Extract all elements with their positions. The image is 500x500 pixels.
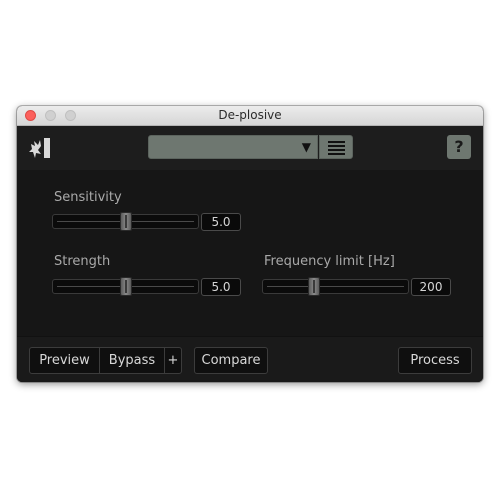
top-toolbar: ▼ ? — [17, 126, 483, 170]
sensitivity-label: Sensitivity — [54, 190, 122, 205]
hamburger-list-icon — [328, 140, 345, 155]
strength-slider-thumb[interactable] — [119, 277, 132, 296]
preset-menu-button[interactable] — [319, 135, 353, 159]
frequency-limit-slider-thumb[interactable] — [307, 277, 320, 296]
frequency-limit-label: Frequency limit [Hz] — [264, 254, 395, 269]
bypass-options-button[interactable]: + — [164, 347, 182, 374]
frequency-limit-slider[interactable] — [262, 277, 409, 296]
bottom-bar: Preview Bypass + Compare Process — [17, 336, 483, 382]
strength-slider[interactable] — [52, 277, 199, 296]
deplosive-logo-icon — [29, 136, 55, 160]
title-bar: De-plosive — [17, 106, 483, 126]
preview-button[interactable]: Preview — [29, 347, 100, 374]
compare-button[interactable]: Compare — [194, 347, 268, 374]
strength-value-field[interactable]: 5.0 — [201, 278, 241, 296]
sensitivity-slider[interactable] — [52, 212, 199, 231]
frequency-limit-value-field[interactable]: 200 — [411, 278, 451, 296]
sensitivity-value-field[interactable]: 5.0 — [201, 213, 241, 231]
window-title: De-plosive — [218, 108, 282, 122]
sensitivity-slider-thumb[interactable] — [119, 212, 132, 231]
strength-label: Strength — [54, 254, 111, 269]
chevron-down-icon: ▼ — [301, 140, 311, 154]
bypass-button[interactable]: Bypass — [99, 347, 165, 374]
help-button[interactable]: ? — [447, 135, 471, 159]
preset-dropdown[interactable]: ▼ — [148, 135, 318, 159]
process-button[interactable]: Process — [398, 347, 472, 374]
plugin-window: De-plosive ▼ ? Sensitivity 5.0 Strength … — [17, 106, 483, 382]
